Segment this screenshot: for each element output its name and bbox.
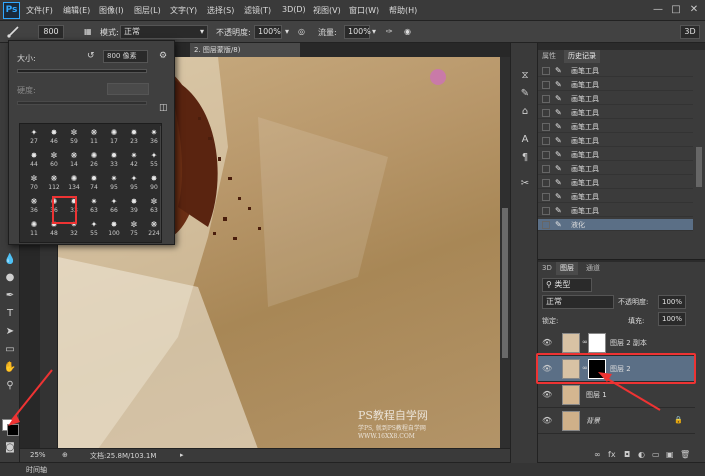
photoshop-window: Ps 文件(F) 编辑(E) 图像(I) 图层(L) 文字(Y) 选择(S) 滤… — [0, 0, 705, 476]
annotation-arrows — [8, 369, 661, 426]
